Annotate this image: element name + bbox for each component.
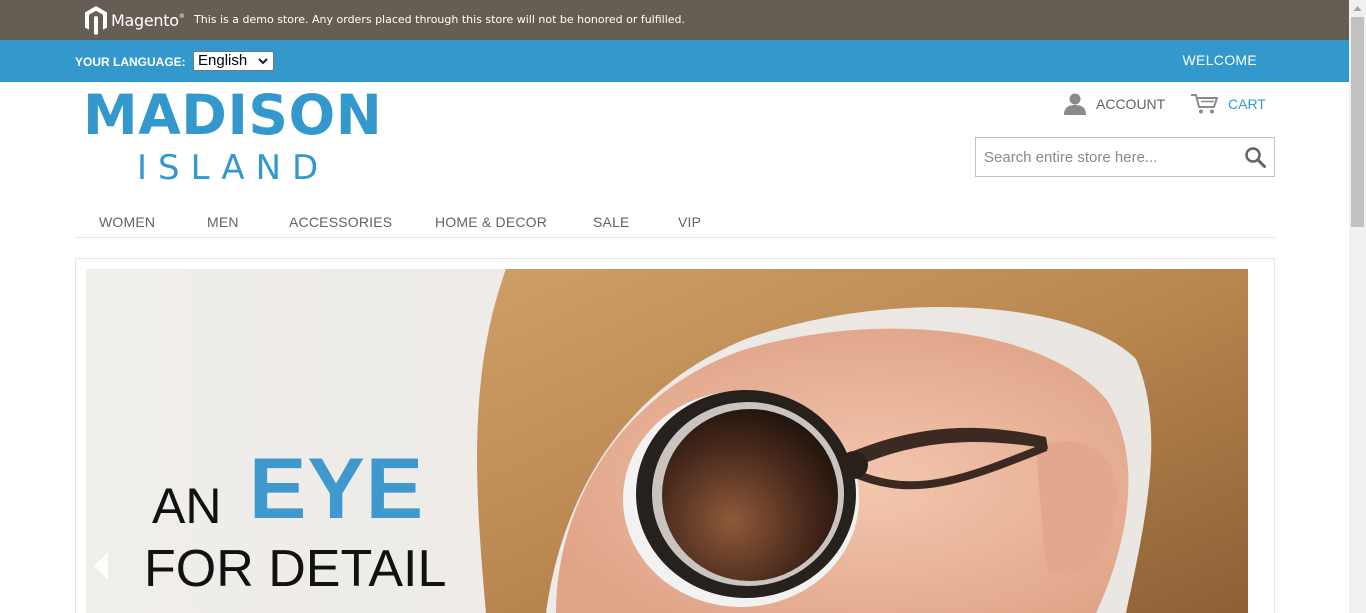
nav-item-accessories[interactable]: ACCESSORIES [289, 214, 392, 230]
demo-notice-bar: Magento® This is a demo store. Any order… [0, 0, 1349, 40]
chevron-down-icon [258, 58, 268, 65]
magento-wordmark: Magento® [111, 10, 185, 30]
search-icon [1245, 147, 1266, 168]
cart-icon [1191, 94, 1218, 114]
nav-item-women[interactable]: WOMEN [99, 214, 155, 230]
account-link[interactable]: ACCOUNT [1063, 92, 1165, 116]
scrollbar-thumb[interactable] [1351, 17, 1364, 227]
account-label: ACCOUNT [1096, 96, 1166, 112]
search-box [975, 137, 1275, 177]
language-select-value: English [198, 52, 248, 69]
slideshow-prev-button[interactable] [92, 548, 112, 584]
headline-for-detail: FOR DETAIL [144, 540, 447, 598]
main-navigation: WOMEN MEN ACCESSORIES HOME & DECOR SALE … [75, 204, 1275, 238]
nav-item-home-decor[interactable]: HOME & DECOR [435, 214, 547, 230]
magento-logo[interactable]: Magento® [84, 4, 185, 36]
magento-logo-icon [85, 6, 107, 35]
demo-notice-text: This is a demo store. Any orders placed … [194, 13, 686, 26]
brand-logo-line2[interactable]: ISLAND [137, 148, 329, 188]
nav-item-vip[interactable]: VIP [678, 214, 701, 230]
brand-logo-line1[interactable]: MADISON [83, 84, 382, 146]
nav-item-sale[interactable]: SALE [593, 214, 630, 230]
magento-wordmark-text: Magento [111, 10, 179, 30]
search-input[interactable] [976, 138, 1236, 176]
page-scrollbar[interactable] [1349, 0, 1366, 613]
search-button[interactable] [1244, 146, 1266, 168]
scroll-up-icon[interactable] [1349, 0, 1366, 17]
welcome-message: WELCOME [1182, 52, 1257, 68]
cart-label: CART [1228, 96, 1266, 112]
user-icon [1064, 93, 1086, 115]
language-label: YOUR LANGUAGE: [75, 55, 186, 69]
nav-item-men[interactable]: MEN [207, 214, 239, 230]
cart-link[interactable]: CART [1190, 92, 1266, 116]
arrow-left-icon [94, 552, 108, 580]
headline-eye: EYE [249, 441, 425, 537]
headline-an: AN [152, 478, 222, 534]
language-select[interactable]: English [193, 51, 274, 71]
language-bar: YOUR LANGUAGE: English WELCOME [0, 40, 1349, 82]
